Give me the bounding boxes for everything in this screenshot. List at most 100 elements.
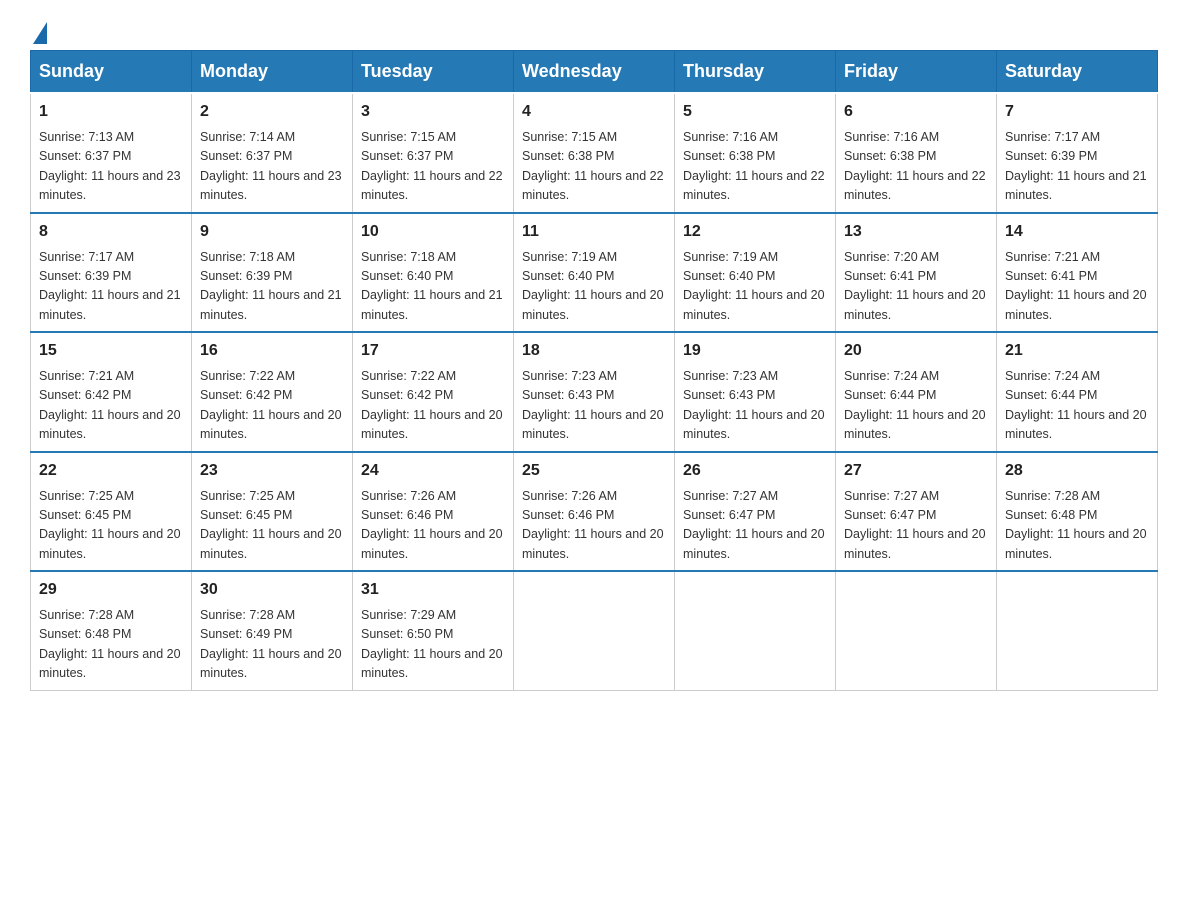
day-number: 24 bbox=[361, 459, 505, 483]
day-info: Sunrise: 7:23 AMSunset: 6:43 PMDaylight:… bbox=[683, 367, 827, 445]
logo-top bbox=[30, 20, 47, 44]
day-info: Sunrise: 7:16 AMSunset: 6:38 PMDaylight:… bbox=[844, 128, 988, 206]
calendar-day-cell: 19 Sunrise: 7:23 AMSunset: 6:43 PMDayligh… bbox=[675, 332, 836, 452]
calendar-day-cell: 13 Sunrise: 7:20 AMSunset: 6:41 PMDayligh… bbox=[836, 213, 997, 333]
day-number: 27 bbox=[844, 459, 988, 483]
column-header-tuesday: Tuesday bbox=[353, 51, 514, 94]
day-info: Sunrise: 7:25 AMSunset: 6:45 PMDaylight:… bbox=[200, 487, 344, 565]
calendar-day-cell: 20 Sunrise: 7:24 AMSunset: 6:44 PMDayligh… bbox=[836, 332, 997, 452]
day-info: Sunrise: 7:21 AMSunset: 6:41 PMDaylight:… bbox=[1005, 248, 1149, 326]
day-info: Sunrise: 7:21 AMSunset: 6:42 PMDaylight:… bbox=[39, 367, 183, 445]
calendar-day-cell: 31 Sunrise: 7:29 AMSunset: 6:50 PMDayligh… bbox=[353, 571, 514, 690]
day-number: 3 bbox=[361, 100, 505, 124]
day-info: Sunrise: 7:16 AMSunset: 6:38 PMDaylight:… bbox=[683, 128, 827, 206]
day-info: Sunrise: 7:24 AMSunset: 6:44 PMDaylight:… bbox=[1005, 367, 1149, 445]
day-info: Sunrise: 7:14 AMSunset: 6:37 PMDaylight:… bbox=[200, 128, 344, 206]
calendar-day-cell: 1 Sunrise: 7:13 AMSunset: 6:37 PMDaylight… bbox=[31, 93, 192, 213]
calendar-day-cell: 27 Sunrise: 7:27 AMSunset: 6:47 PMDayligh… bbox=[836, 452, 997, 572]
calendar-day-cell: 26 Sunrise: 7:27 AMSunset: 6:47 PMDayligh… bbox=[675, 452, 836, 572]
day-info: Sunrise: 7:24 AMSunset: 6:44 PMDaylight:… bbox=[844, 367, 988, 445]
day-info: Sunrise: 7:15 AMSunset: 6:38 PMDaylight:… bbox=[522, 128, 666, 206]
day-info: Sunrise: 7:22 AMSunset: 6:42 PMDaylight:… bbox=[200, 367, 344, 445]
day-info: Sunrise: 7:23 AMSunset: 6:43 PMDaylight:… bbox=[522, 367, 666, 445]
calendar-day-cell: 24 Sunrise: 7:26 AMSunset: 6:46 PMDayligh… bbox=[353, 452, 514, 572]
calendar-day-cell bbox=[836, 571, 997, 690]
logo bbox=[30, 20, 47, 40]
day-number: 5 bbox=[683, 100, 827, 124]
calendar-day-cell: 11 Sunrise: 7:19 AMSunset: 6:40 PMDayligh… bbox=[514, 213, 675, 333]
calendar-day-cell: 5 Sunrise: 7:16 AMSunset: 6:38 PMDaylight… bbox=[675, 93, 836, 213]
day-info: Sunrise: 7:22 AMSunset: 6:42 PMDaylight:… bbox=[361, 367, 505, 445]
day-info: Sunrise: 7:26 AMSunset: 6:46 PMDaylight:… bbox=[522, 487, 666, 565]
page-header bbox=[30, 20, 1158, 40]
day-info: Sunrise: 7:17 AMSunset: 6:39 PMDaylight:… bbox=[39, 248, 183, 326]
day-info: Sunrise: 7:27 AMSunset: 6:47 PMDaylight:… bbox=[683, 487, 827, 565]
day-number: 7 bbox=[1005, 100, 1149, 124]
calendar-day-cell: 29 Sunrise: 7:28 AMSunset: 6:48 PMDayligh… bbox=[31, 571, 192, 690]
calendar-table: SundayMondayTuesdayWednesdayThursdayFrid… bbox=[30, 50, 1158, 691]
day-number: 12 bbox=[683, 220, 827, 244]
column-header-thursday: Thursday bbox=[675, 51, 836, 94]
calendar-week-row: 8 Sunrise: 7:17 AMSunset: 6:39 PMDaylight… bbox=[31, 213, 1158, 333]
day-number: 14 bbox=[1005, 220, 1149, 244]
day-number: 16 bbox=[200, 339, 344, 363]
day-number: 26 bbox=[683, 459, 827, 483]
day-number: 29 bbox=[39, 578, 183, 602]
calendar-week-row: 1 Sunrise: 7:13 AMSunset: 6:37 PMDaylight… bbox=[31, 93, 1158, 213]
calendar-day-cell: 7 Sunrise: 7:17 AMSunset: 6:39 PMDaylight… bbox=[997, 93, 1158, 213]
calendar-week-row: 15 Sunrise: 7:21 AMSunset: 6:42 PMDayligh… bbox=[31, 332, 1158, 452]
day-number: 31 bbox=[361, 578, 505, 602]
day-number: 6 bbox=[844, 100, 988, 124]
day-info: Sunrise: 7:28 AMSunset: 6:49 PMDaylight:… bbox=[200, 606, 344, 684]
day-info: Sunrise: 7:29 AMSunset: 6:50 PMDaylight:… bbox=[361, 606, 505, 684]
calendar-day-cell: 30 Sunrise: 7:28 AMSunset: 6:49 PMDayligh… bbox=[192, 571, 353, 690]
calendar-day-cell bbox=[675, 571, 836, 690]
day-info: Sunrise: 7:18 AMSunset: 6:39 PMDaylight:… bbox=[200, 248, 344, 326]
column-header-friday: Friday bbox=[836, 51, 997, 94]
day-number: 23 bbox=[200, 459, 344, 483]
day-info: Sunrise: 7:27 AMSunset: 6:47 PMDaylight:… bbox=[844, 487, 988, 565]
day-number: 4 bbox=[522, 100, 666, 124]
day-number: 11 bbox=[522, 220, 666, 244]
day-number: 17 bbox=[361, 339, 505, 363]
calendar-day-cell: 3 Sunrise: 7:15 AMSunset: 6:37 PMDaylight… bbox=[353, 93, 514, 213]
day-info: Sunrise: 7:25 AMSunset: 6:45 PMDaylight:… bbox=[39, 487, 183, 565]
day-info: Sunrise: 7:26 AMSunset: 6:46 PMDaylight:… bbox=[361, 487, 505, 565]
calendar-day-cell: 9 Sunrise: 7:18 AMSunset: 6:39 PMDaylight… bbox=[192, 213, 353, 333]
day-info: Sunrise: 7:15 AMSunset: 6:37 PMDaylight:… bbox=[361, 128, 505, 206]
day-info: Sunrise: 7:17 AMSunset: 6:39 PMDaylight:… bbox=[1005, 128, 1149, 206]
day-number: 1 bbox=[39, 100, 183, 124]
day-info: Sunrise: 7:20 AMSunset: 6:41 PMDaylight:… bbox=[844, 248, 988, 326]
column-header-sunday: Sunday bbox=[31, 51, 192, 94]
day-number: 30 bbox=[200, 578, 344, 602]
calendar-day-cell: 17 Sunrise: 7:22 AMSunset: 6:42 PMDayligh… bbox=[353, 332, 514, 452]
calendar-day-cell: 21 Sunrise: 7:24 AMSunset: 6:44 PMDayligh… bbox=[997, 332, 1158, 452]
day-info: Sunrise: 7:18 AMSunset: 6:40 PMDaylight:… bbox=[361, 248, 505, 326]
day-number: 19 bbox=[683, 339, 827, 363]
day-info: Sunrise: 7:19 AMSunset: 6:40 PMDaylight:… bbox=[683, 248, 827, 326]
calendar-day-cell bbox=[997, 571, 1158, 690]
calendar-day-cell: 25Sunrise: 7:26 AMSunset: 6:46 PMDayligh… bbox=[514, 452, 675, 572]
calendar-day-cell: 16 Sunrise: 7:22 AMSunset: 6:42 PMDayligh… bbox=[192, 332, 353, 452]
day-info: Sunrise: 7:28 AMSunset: 6:48 PMDaylight:… bbox=[1005, 487, 1149, 565]
column-header-saturday: Saturday bbox=[997, 51, 1158, 94]
calendar-day-cell: 12 Sunrise: 7:19 AMSunset: 6:40 PMDayligh… bbox=[675, 213, 836, 333]
calendar-day-cell: 22Sunrise: 7:25 AMSunset: 6:45 PMDayligh… bbox=[31, 452, 192, 572]
day-info: Sunrise: 7:19 AMSunset: 6:40 PMDaylight:… bbox=[522, 248, 666, 326]
day-number: 15 bbox=[39, 339, 183, 363]
calendar-day-cell: 18 Sunrise: 7:23 AMSunset: 6:43 PMDayligh… bbox=[514, 332, 675, 452]
day-number: 13 bbox=[844, 220, 988, 244]
column-header-monday: Monday bbox=[192, 51, 353, 94]
day-info: Sunrise: 7:28 AMSunset: 6:48 PMDaylight:… bbox=[39, 606, 183, 684]
column-header-wednesday: Wednesday bbox=[514, 51, 675, 94]
day-number: 9 bbox=[200, 220, 344, 244]
day-number: 8 bbox=[39, 220, 183, 244]
calendar-day-cell: 23 Sunrise: 7:25 AMSunset: 6:45 PMDayligh… bbox=[192, 452, 353, 572]
calendar-day-cell: 28 Sunrise: 7:28 AMSunset: 6:48 PMDayligh… bbox=[997, 452, 1158, 572]
day-number: 18 bbox=[522, 339, 666, 363]
day-number: 20 bbox=[844, 339, 988, 363]
day-number: 28 bbox=[1005, 459, 1149, 483]
calendar-day-cell: 10Sunrise: 7:18 AMSunset: 6:40 PMDayligh… bbox=[353, 213, 514, 333]
day-info: Sunrise: 7:13 AMSunset: 6:37 PMDaylight:… bbox=[39, 128, 183, 206]
day-number: 21 bbox=[1005, 339, 1149, 363]
